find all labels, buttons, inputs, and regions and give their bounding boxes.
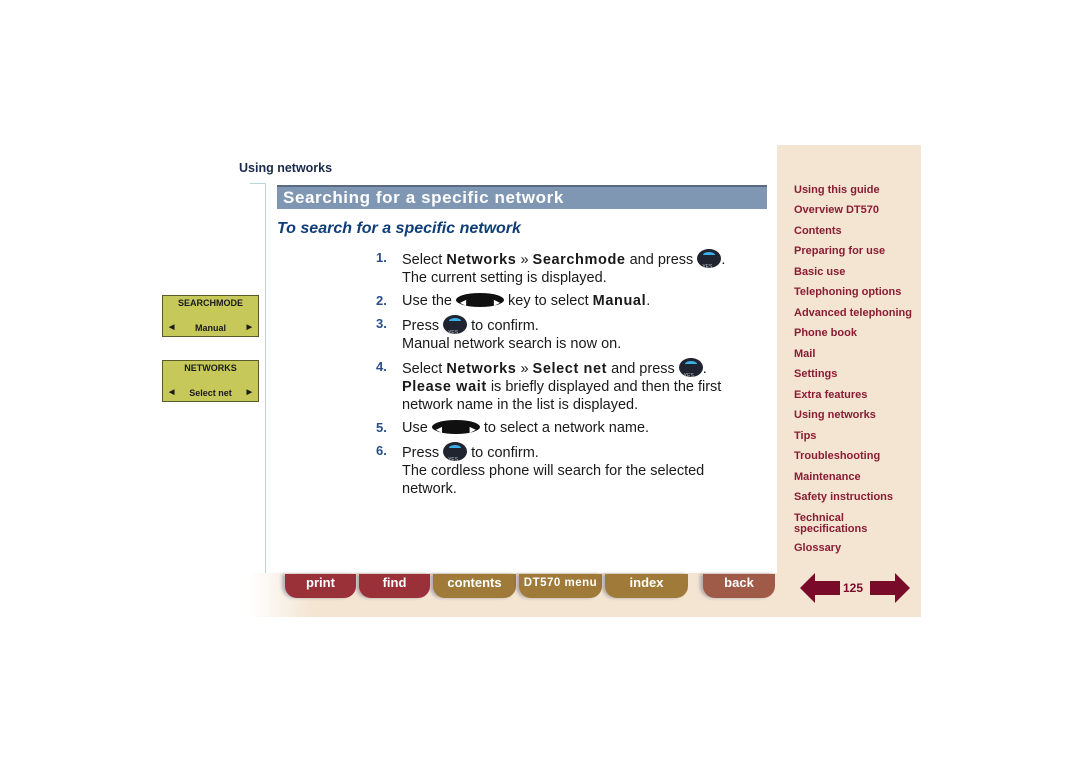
lcd-display-searchmode: SEARCHMODE ◀ Manual ▶: [162, 295, 259, 337]
sidebar-nav: Using this guide Overview DT570 Contents…: [777, 145, 921, 617]
yes-key-icon: [678, 358, 703, 385]
sidebar-item-settings[interactable]: Settings: [794, 369, 919, 380]
sidebar-item-overview[interactable]: Overview DT570: [794, 205, 919, 216]
navigation-key-icon: [456, 293, 504, 312]
sidebar-item-glossary[interactable]: Glossary: [794, 543, 919, 554]
page-number: 125: [843, 581, 864, 595]
step-3: 3. Press to confirm. Manual network sear…: [376, 315, 746, 353]
page-navigation: 125: [800, 573, 910, 603]
sidebar-item-technical-specifications[interactable]: Technical specifications: [794, 513, 884, 535]
right-arrow-icon: ▶: [246, 389, 252, 396]
sidebar-item-advanced-telephoning[interactable]: Advanced telephoning: [794, 308, 919, 319]
step-4: 4. Select Networks » Select net and pres…: [376, 358, 746, 414]
steps-list: 1. Select Networks » Searchmode and pres…: [376, 249, 746, 503]
sidebar-item-telephoning-options[interactable]: Telephoning options: [794, 287, 919, 298]
step-6: 6. Press to confirm. The cordless phone …: [376, 442, 746, 498]
page-title-bar: Searching for a specific network: [277, 185, 767, 209]
sidebar-item-contents[interactable]: Contents: [794, 226, 919, 237]
lcd-display-networks: NETWORKS ◀ Select net ▶: [162, 360, 259, 402]
index-button[interactable]: index: [605, 574, 688, 598]
sidebar-item-safety[interactable]: Safety instructions: [794, 492, 919, 503]
step-5: 5. Use to select a network name.: [376, 419, 746, 439]
find-button[interactable]: find: [359, 574, 430, 598]
right-arrow-icon: ▶: [246, 324, 252, 331]
next-page-arrow-icon[interactable]: [870, 573, 910, 603]
sidebar-item-using-networks[interactable]: Using networks: [794, 410, 919, 421]
sidebar-item-tips[interactable]: Tips: [794, 431, 919, 442]
section-label: Using networks: [239, 161, 333, 175]
step-1: 1. Select Networks » Searchmode and pres…: [376, 249, 746, 287]
print-button[interactable]: print: [285, 574, 356, 598]
procedure-heading: To search for a specific network: [277, 220, 521, 237]
sidebar-item-preparing[interactable]: Preparing for use: [794, 246, 919, 257]
contents-button[interactable]: contents: [433, 574, 516, 598]
yes-key-icon: [697, 249, 722, 276]
sidebar-item-mail[interactable]: Mail: [794, 349, 919, 360]
previous-page-arrow-icon[interactable]: [800, 573, 840, 603]
sidebar-item-phone-book[interactable]: Phone book: [794, 328, 919, 339]
sidebar-item-troubleshooting[interactable]: Troubleshooting: [794, 451, 919, 462]
yes-key-icon: [443, 442, 468, 469]
navigation-key-icon: [431, 420, 480, 439]
page-title: Searching for a specific network: [283, 188, 564, 207]
sidebar-item-extra-features[interactable]: Extra features: [794, 390, 919, 401]
sidebar-item-basic-use[interactable]: Basic use: [794, 267, 919, 278]
step-2: 2. Use the key to select Manual.: [376, 292, 746, 312]
frame-divider: [250, 183, 266, 184]
yes-key-icon: [443, 315, 468, 342]
back-button[interactable]: back: [703, 574, 775, 598]
dt570-menu-button[interactable]: DT570 menu: [519, 574, 602, 598]
sidebar-item-maintenance[interactable]: Maintenance: [794, 472, 919, 483]
sidebar-item-using-this-guide[interactable]: Using this guide: [794, 185, 919, 196]
